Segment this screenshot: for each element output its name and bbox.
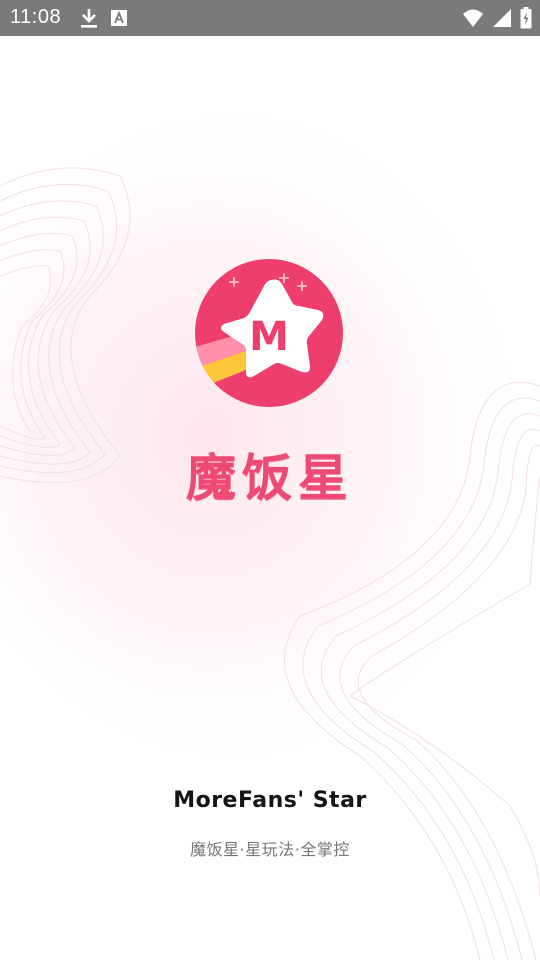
app-logo: M <box>194 258 344 408</box>
font-notification-icon <box>110 8 128 32</box>
logo-letter: M <box>249 314 289 360</box>
status-notification-icons <box>80 7 128 33</box>
battery-charging-icon <box>520 7 532 33</box>
status-bar: 11:08 <box>0 0 540 36</box>
status-time: 11:08 <box>10 6 62 28</box>
wifi-icon <box>462 8 484 32</box>
slogan: 魔饭星·星玩法·全掌控 <box>190 840 350 859</box>
splash-screen: 11:08 M 魔饭星 MoreFans' Star 魔饭星·星玩法·全掌控 <box>0 0 540 960</box>
download-icon <box>80 7 98 33</box>
signal-icon <box>492 8 512 32</box>
app-name-english: MoreFans' Star <box>173 788 367 813</box>
app-name-chinese: 魔饭星 <box>186 449 354 507</box>
status-system-icons <box>462 7 532 33</box>
